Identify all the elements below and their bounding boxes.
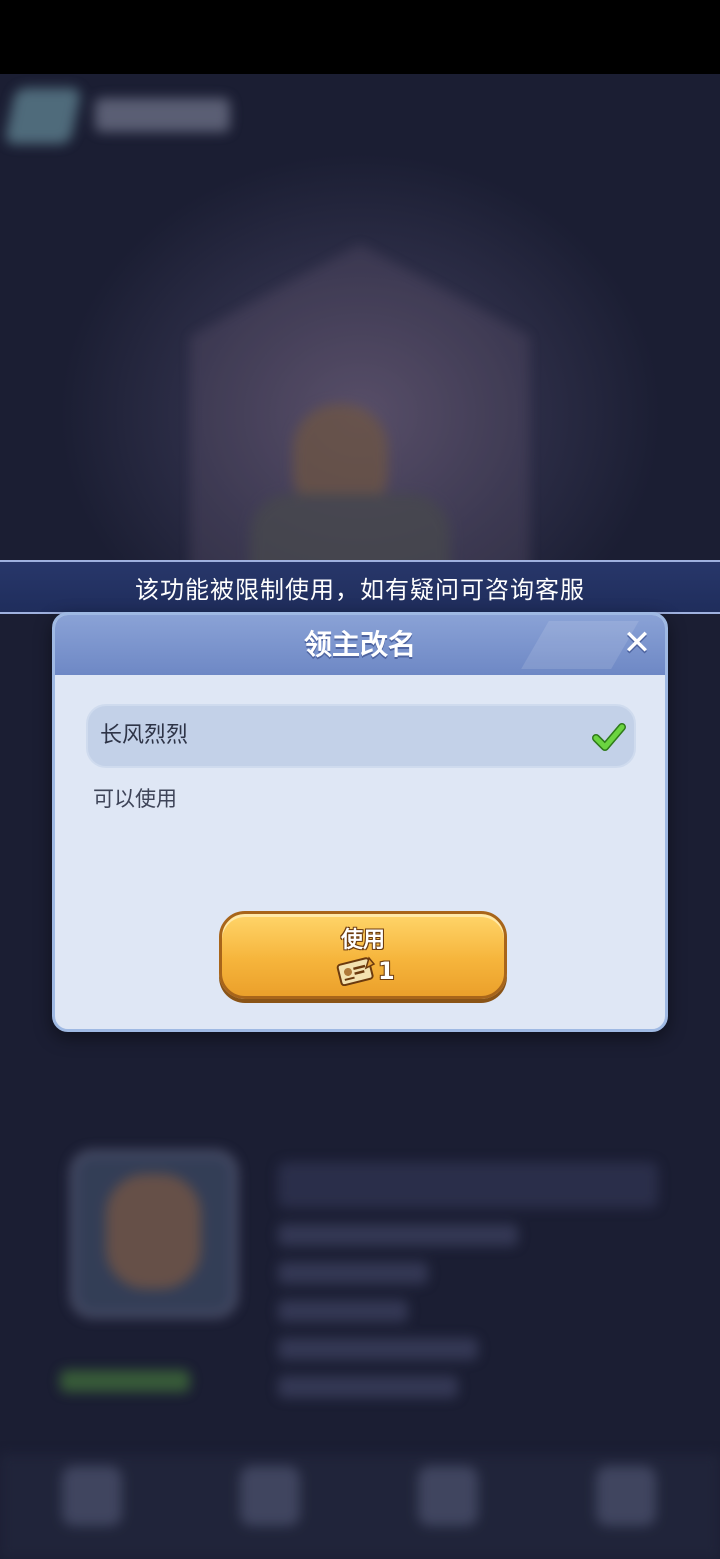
- status-bar: [0, 0, 720, 74]
- rename-dialog: 领主改名 ✕ 长风烈烈 可以使用 使用 1: [52, 612, 668, 1032]
- power-bar: [60, 1370, 190, 1392]
- restriction-banner: 该功能被限制使用，如有疑问可咨询客服: [0, 560, 720, 614]
- background-title: [95, 98, 230, 132]
- check-icon: [592, 723, 626, 751]
- profile-name-bar: [278, 1162, 658, 1208]
- nav-icon: [240, 1466, 300, 1526]
- profile-line: [278, 1338, 478, 1360]
- use-button[interactable]: 使用 1: [219, 911, 507, 999]
- profile-line: [278, 1376, 458, 1398]
- profile-line: [278, 1224, 518, 1246]
- use-button-label: 使用: [340, 928, 385, 953]
- availability-status: 可以使用: [93, 787, 177, 811]
- name-input-value[interactable]: 长风烈烈: [100, 706, 188, 766]
- close-icon: ✕: [622, 623, 652, 663]
- game-logo-icon: [4, 88, 82, 144]
- avatar: [70, 1150, 238, 1318]
- profile-line: [278, 1300, 408, 1322]
- profile-line: [278, 1262, 428, 1284]
- nav-icon: [418, 1466, 478, 1526]
- close-button[interactable]: ✕: [617, 623, 657, 663]
- cost-count: 1: [378, 957, 395, 985]
- name-input[interactable]: 长风烈烈: [86, 704, 636, 768]
- dialog-title: 领主改名: [303, 628, 416, 661]
- nav-icon: [62, 1466, 122, 1526]
- rename-card-icon: [336, 956, 376, 986]
- nav-icon: [596, 1466, 656, 1526]
- cost-row: 1: [336, 954, 395, 988]
